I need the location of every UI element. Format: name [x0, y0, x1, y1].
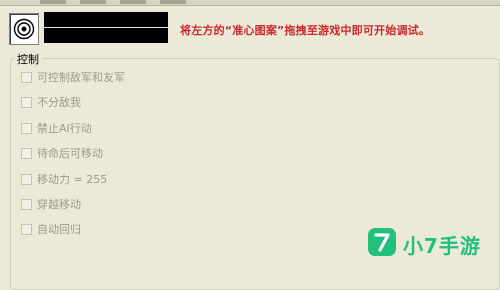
- watermark-text: 小7手游: [403, 234, 481, 258]
- drag-instruction-text: 将左方的“准心图案”拖拽至游戏中即可开始调试。: [180, 24, 431, 37]
- redacted-field-bottom: [44, 28, 168, 43]
- option-movement-255[interactable]: 移动力 = 255: [21, 172, 107, 186]
- option-label: 穿越移动: [37, 198, 81, 211]
- window-top-strip: [0, 0, 500, 6]
- crosshair-target-icon: [13, 18, 35, 40]
- checkbox[interactable]: [21, 223, 32, 235]
- option-move-after-standby[interactable]: 待命后可移动: [21, 146, 103, 160]
- option-label: 待命后可移动: [37, 147, 103, 160]
- option-no-faction[interactable]: 不分敌我: [21, 95, 81, 109]
- control-group-title: 控制: [14, 51, 42, 67]
- watermark-logo-icon: [368, 228, 396, 256]
- redacted-field-top: [44, 12, 168, 27]
- option-label: 禁止AI行动: [37, 122, 92, 135]
- checkbox[interactable]: [21, 122, 32, 134]
- checkbox[interactable]: [21, 173, 32, 185]
- crosshair-drag-target[interactable]: [9, 13, 39, 45]
- checkbox[interactable]: [21, 96, 32, 108]
- option-label: 移动力 = 255: [37, 173, 108, 186]
- option-label: 可控制敌军和友军: [37, 71, 125, 84]
- option-disable-ai[interactable]: 禁止AI行动: [21, 121, 92, 135]
- option-control-enemy-ally[interactable]: 可控制敌军和友军: [21, 70, 125, 84]
- option-label: 自动回归: [37, 223, 81, 236]
- checkbox[interactable]: [21, 71, 32, 83]
- checkbox[interactable]: [21, 198, 32, 210]
- option-pass-through[interactable]: 穿越移动: [21, 197, 81, 211]
- option-label: 不分敌我: [37, 96, 81, 109]
- checkbox[interactable]: [21, 147, 32, 159]
- option-auto-return[interactable]: 自动回归: [21, 222, 81, 236]
